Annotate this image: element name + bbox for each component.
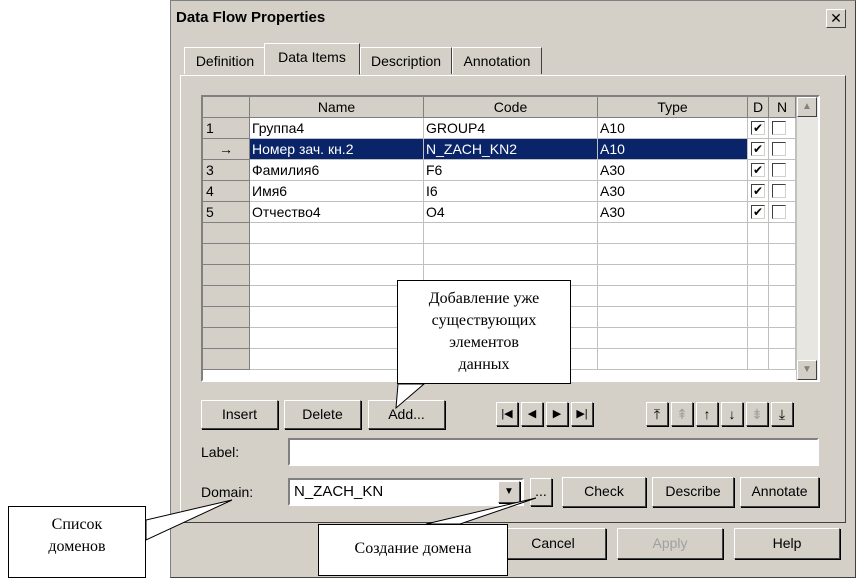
callout-domain-list: Список доменов — [8, 506, 146, 578]
callout-list-line-2: доменов — [48, 538, 106, 555]
callout-add-line-2: существующих — [431, 312, 537, 329]
callout-add-line-4: данных — [458, 356, 510, 373]
tab-data-items[interactable]: Data Items — [264, 43, 360, 75]
callout-add-existing: Добавление уже существующих элементов да… — [397, 280, 571, 384]
callout-domain-create: Создание домена — [318, 524, 508, 576]
callout-pointer-add — [395, 383, 426, 410]
callout-pointer-domain-list — [145, 499, 233, 541]
callout-pointer-domain-create — [425, 497, 537, 525]
callout-add-line-3: элементов — [449, 334, 519, 351]
callout-add-line-1: Добавление уже — [428, 290, 540, 307]
callout-list-line-1: Список — [51, 516, 103, 533]
